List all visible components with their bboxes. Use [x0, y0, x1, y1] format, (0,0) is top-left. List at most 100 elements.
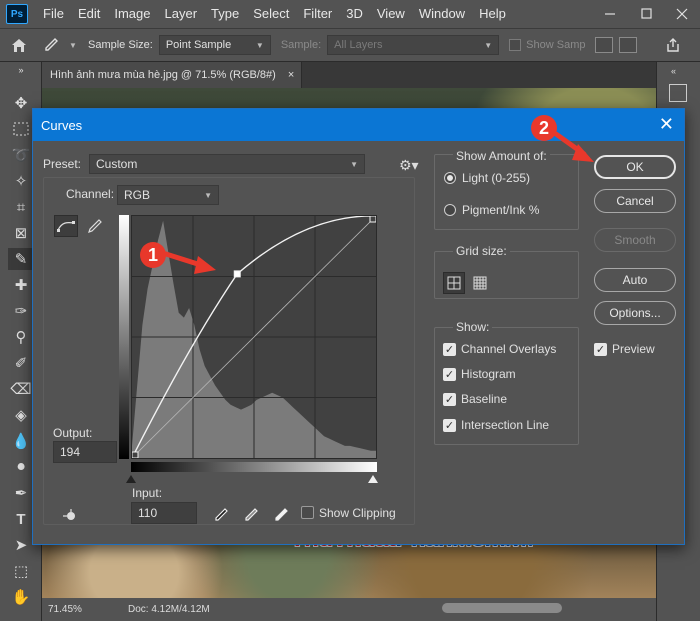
type-tool-icon[interactable]: T	[8, 508, 34, 530]
sampling-ring-icon[interactable]	[595, 37, 614, 53]
paint-bucket-tool-icon[interactable]: ◈	[8, 404, 34, 426]
hand-tool-icon[interactable]: ✋	[8, 586, 34, 608]
menu-edit[interactable]: Edit	[71, 0, 107, 28]
sample-select[interactable]: All Layers ▼	[327, 35, 500, 55]
share-button[interactable]	[665, 37, 681, 53]
output-field[interactable]: 194	[53, 441, 117, 463]
dodge-tool-icon[interactable]: ⚫	[8, 456, 34, 478]
ok-button[interactable]: OK	[594, 155, 676, 179]
edit-points-tool[interactable]	[54, 215, 78, 237]
blur-tool-icon[interactable]: 💧	[8, 430, 34, 452]
status-bar: 71.45% Doc: 4.12M/4.12M	[42, 598, 656, 621]
simple-grid-button[interactable]	[443, 272, 465, 294]
restore-button[interactable]	[628, 0, 664, 28]
input-field[interactable]: 110	[131, 502, 197, 524]
menu-image[interactable]: Image	[107, 0, 157, 28]
app-close-button[interactable]	[664, 0, 700, 28]
menu-3d[interactable]: 3D	[339, 0, 370, 28]
eyedropper-tool-icon[interactable]: ✎	[8, 248, 34, 270]
crop-tool-icon[interactable]: ⌗	[8, 196, 34, 218]
detailed-grid-button[interactable]	[469, 272, 491, 294]
menu-window[interactable]: Window	[412, 0, 472, 28]
black-eyedropper-icon[interactable]	[209, 504, 233, 526]
eraser-tool-icon[interactable]: ⌫	[8, 378, 34, 400]
minimize-button[interactable]	[592, 0, 628, 28]
expand-panel-icon[interactable]: «	[671, 66, 676, 76]
move-tool-icon[interactable]: ✥	[8, 92, 34, 114]
healing-brush-tool-icon[interactable]: ✚	[8, 274, 34, 296]
pigment-radio[interactable]	[444, 204, 456, 216]
draw-curve-tool[interactable]	[83, 215, 107, 237]
history-brush-tool-icon[interactable]: ✐	[8, 352, 34, 374]
chevron-down-icon: ▼	[484, 40, 493, 50]
shape-tool-icon[interactable]: ⬚	[8, 560, 34, 582]
path-selection-tool-icon[interactable]: ➤	[8, 534, 34, 556]
frame-tool-icon[interactable]: ⊠	[8, 222, 34, 244]
smooth-button[interactable]: Smooth	[594, 228, 676, 252]
output-label: Output:	[53, 426, 93, 440]
intersection-line-label: Intersection Line	[461, 418, 550, 432]
marquee-tool-icon[interactable]	[8, 118, 34, 140]
show-sampling-checkbox[interactable]	[509, 39, 522, 51]
menu-file[interactable]: File	[36, 0, 71, 28]
menu-layer[interactable]: Layer	[158, 0, 205, 28]
share-icon	[667, 38, 680, 52]
options-toggle-icon[interactable]	[619, 37, 638, 53]
panel-icon[interactable]	[669, 84, 687, 102]
chevron-down-icon: ▼	[69, 40, 77, 50]
cancel-button[interactable]: Cancel	[594, 189, 676, 213]
histogram-label: Histogram	[461, 367, 516, 381]
preset-options-gear-icon[interactable]: ⚙▾	[399, 157, 419, 174]
intersection-line-checkbox[interactable]: ✓	[443, 419, 456, 432]
stamp-tool-icon[interactable]: ⚲	[8, 326, 34, 348]
close-icon	[676, 8, 688, 20]
collapse-panel-icon[interactable]: »	[8, 64, 34, 76]
curve-points-icon	[57, 221, 75, 232]
brush-tool-icon[interactable]: ✑	[8, 300, 34, 322]
detailed-grid-icon	[473, 276, 487, 290]
document-tab[interactable]: Hình ảnh mưa mùa hè.jpg @ 71.5% (RGB/8#)…	[42, 62, 302, 88]
gray-eyedropper-icon[interactable]	[239, 504, 263, 526]
pen-tool-icon[interactable]: ✒	[8, 482, 34, 504]
curve-control-point[interactable]	[131, 451, 139, 459]
dialog-close-icon[interactable]: ✕	[659, 114, 674, 135]
sample-size-select[interactable]: Point Sample ▼	[158, 35, 271, 55]
channel-overlays-checkbox[interactable]: ✓	[443, 343, 456, 356]
photoshop-logo-icon: Ps	[6, 4, 28, 24]
auto-target-icon[interactable]	[59, 504, 83, 526]
preset-select[interactable]: Custom ▼	[89, 154, 365, 174]
arrow-2-icon	[553, 131, 594, 162]
black-point-slider[interactable]	[126, 475, 136, 483]
auto-button[interactable]: Auto	[594, 268, 676, 292]
white-point-slider[interactable]	[368, 475, 378, 483]
home-button[interactable]	[0, 38, 38, 53]
menu-bar: Ps File Edit Image Layer Type Select Fil…	[0, 0, 700, 28]
horizontal-scrollbar[interactable]	[442, 603, 562, 613]
preview-checkbox[interactable]: ✓	[594, 343, 607, 356]
magic-wand-tool-icon[interactable]: ✧	[8, 170, 34, 192]
channel-select[interactable]: RGB ▼	[117, 185, 219, 205]
sample-size-value: Point Sample	[165, 39, 232, 51]
baseline-checkbox[interactable]: ✓	[443, 393, 456, 406]
lasso-tool-icon[interactable]: ➰	[8, 144, 34, 166]
curve-control-point[interactable]	[369, 215, 377, 223]
histogram-checkbox[interactable]: ✓	[443, 368, 456, 381]
chevron-down-icon: ▼	[350, 159, 358, 169]
eyedropper-tool-preset[interactable]: ▼	[38, 37, 82, 53]
menu-help[interactable]: Help	[472, 0, 513, 28]
menu-type[interactable]: Type	[204, 0, 246, 28]
document-tab-close-icon[interactable]: ×	[288, 69, 294, 81]
zoom-level[interactable]: 71.45%	[48, 604, 128, 615]
menu-filter[interactable]: Filter	[296, 0, 339, 28]
menu-select[interactable]: Select	[246, 0, 296, 28]
pencil-icon	[88, 219, 102, 233]
zoom-tool-icon[interactable]	[8, 612, 34, 620]
show-clipping-checkbox[interactable]	[301, 506, 314, 519]
dialog-title: Curves	[41, 117, 83, 133]
light-radio[interactable]	[444, 172, 456, 184]
menu-view[interactable]: View	[370, 0, 412, 28]
options-button[interactable]: Options...	[594, 301, 676, 325]
curve-control-point[interactable]	[233, 270, 241, 278]
document-tab-title: Hình ảnh mưa mùa hè.jpg @ 71.5% (RGB/8#)	[50, 69, 276, 81]
white-eyedropper-icon[interactable]	[269, 504, 293, 526]
